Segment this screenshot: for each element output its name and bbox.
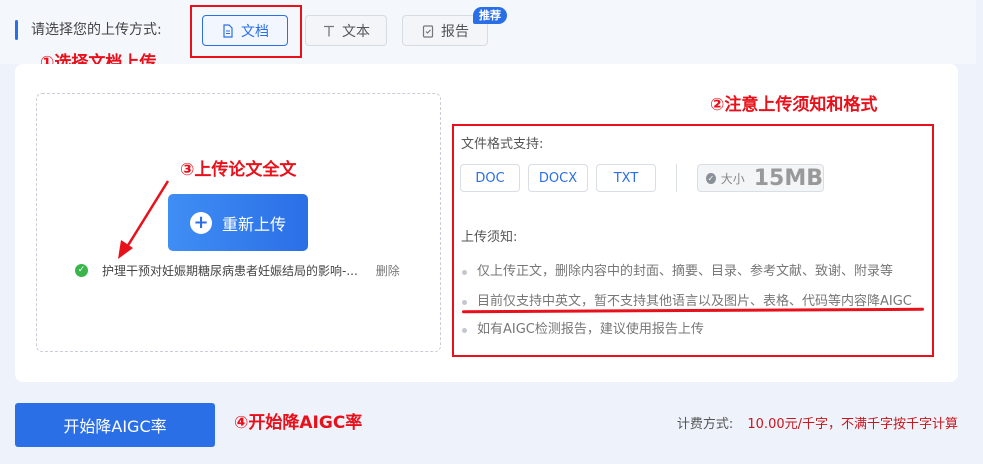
tab-report-label: 报告 <box>441 23 469 40</box>
annotation-step2: ②注意上传须知和格式 <box>710 95 878 115</box>
section-accent-bar <box>15 20 18 40</box>
bullet-dot <box>462 269 467 275</box>
check-circle-icon: ✓ <box>75 263 88 277</box>
uploaded-file-name: 护理干预对妊娠期糖尿病患者妊娠结局的影响-... <box>102 263 358 278</box>
format-divider <box>676 164 677 192</box>
price-label: 计费方式: <box>676 417 734 432</box>
start-reduce-button[interactable]: 开始降AIGC率 <box>15 403 215 447</box>
text-icon <box>324 25 334 36</box>
bullet-dot <box>462 299 467 305</box>
tab-text-label: 文本 <box>342 23 370 40</box>
plus-icon: + <box>189 211 212 234</box>
size-check-icon: ✓ <box>706 172 716 184</box>
formats-title: 文件格式支持: <box>461 137 544 152</box>
size-label: 大小 <box>720 171 745 186</box>
delete-file-link[interactable]: 删除 <box>376 262 400 279</box>
upload-mode-prompt: 请选择您的上传方式: <box>31 22 162 38</box>
uploaded-file-row: ✓ 护理干预对妊娠期糖尿病患者妊娠结局的影响-... 删除 <box>75 261 400 279</box>
recommend-badge: 推荐 <box>473 7 507 24</box>
note-item: 如有AIGC检测报告，建议使用报告上传 <box>462 321 704 339</box>
annotation-step3: ③上传论文全文 <box>180 160 297 180</box>
bullet-dot <box>462 327 467 333</box>
size-value: 15MB <box>753 165 823 191</box>
note-text: 如有AIGC检测报告，建议使用报告上传 <box>477 322 704 337</box>
note-item: 仅上传正文，删除内容中的封面、摘要、目录、参考文献、致谢、附录等 <box>462 263 893 281</box>
format-chip-docx: DOCX <box>528 164 588 192</box>
pricing-info: 计费方式: 10.00元/千字，不满千字按千字计算 <box>677 416 958 434</box>
reupload-label: 重新上传 <box>221 214 286 234</box>
note-text: 仅上传正文，删除内容中的封面、摘要、目录、参考文献、致谢、附录等 <box>477 264 894 279</box>
format-chip-doc: DOC <box>460 164 520 192</box>
annotation-box-tab <box>190 5 302 58</box>
annotation-step4: ④开始降AIGC率 <box>234 413 363 433</box>
notes-title: 上传须知: <box>461 230 518 245</box>
size-limit-chip: ✓ 大小 15MB <box>697 164 824 192</box>
clipboard-check-icon <box>422 24 434 38</box>
format-chip-txt: TXT <box>596 164 656 192</box>
price-value: 10.00元/千字，不满千字按千字计算 <box>747 417 958 432</box>
reupload-button[interactable]: + 重新上传 <box>168 194 308 251</box>
tab-text[interactable]: 文本 <box>305 15 387 46</box>
